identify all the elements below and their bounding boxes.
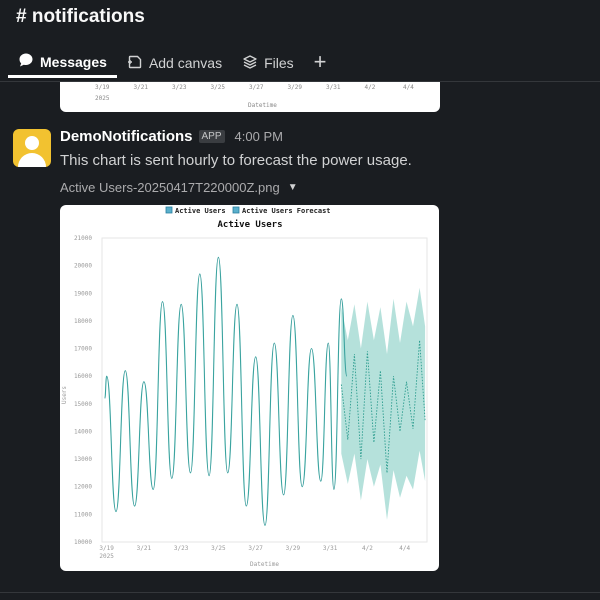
y-tick-label: 20000	[74, 263, 92, 270]
series-line-actual-users	[104, 256, 348, 526]
message-bubble-icon	[18, 52, 34, 71]
add-tab-plus-icon[interactable]: +	[304, 48, 337, 82]
channel-header: # notifications Messages Add canvas File…	[0, 0, 600, 82]
previous-chart-x-tick: 4/4	[403, 84, 414, 91]
legend-swatch-actual	[165, 206, 173, 214]
files-stack-icon	[242, 54, 258, 73]
message-header: DemoNotifications APP 4:00 PM	[60, 128, 283, 145]
composer-divider	[0, 592, 600, 593]
x-year-label: 2025	[99, 553, 114, 560]
message-text: This chart is sent hourly to forecast th…	[60, 152, 412, 169]
forecast-band	[341, 287, 426, 520]
y-tick-label: 17000	[74, 346, 92, 353]
y-tick-label: 21000	[74, 235, 92, 242]
tab-add-canvas[interactable]: Add canvas	[117, 48, 232, 78]
chart-image[interactable]: Active Users Active Users Forecast Active …	[60, 205, 439, 571]
previous-chart-x-tick: 3/29	[287, 84, 302, 91]
legend-label-actual: Active Users	[175, 207, 226, 215]
y-tick-label: 13000	[74, 456, 92, 463]
y-tick-label: 15000	[74, 401, 92, 408]
file-name[interactable]: Active Users-20250417T220000Z.png ▼	[60, 180, 298, 195]
avatar-body	[18, 153, 46, 167]
tab-messages[interactable]: Messages	[8, 48, 117, 78]
x-tick-label: 3/25	[211, 545, 226, 552]
chart-svg: Active Users Active Users Forecast Active …	[61, 206, 428, 568]
previous-chart-x-tick: 3/19	[95, 84, 110, 91]
x-tick-label: 3/23	[174, 545, 189, 552]
legend-swatch-forecast	[232, 206, 240, 214]
channel-tabs: Messages Add canvas Files +	[8, 48, 337, 82]
x-tick-label: 4/2	[362, 545, 373, 552]
avatar[interactable]	[13, 129, 51, 167]
tab-files[interactable]: Files	[232, 48, 304, 78]
previous-chart-x-tick: 3/21	[133, 84, 148, 91]
chevron-down-icon[interactable]: ▼	[288, 182, 298, 193]
previous-chart-image[interactable]: 3/19 3/21 3/23 3/25 3/27 3/29 3/31 4/2 4/4 2025 …	[60, 82, 440, 112]
canvas-icon	[127, 54, 143, 73]
previous-chart-x-tick: 3/31	[326, 84, 341, 91]
previous-chart-year: 2025	[95, 95, 110, 102]
y-tick-label: 12000	[74, 484, 92, 491]
previous-chart-x-tick: 3/23	[172, 84, 187, 91]
y-tick-label: 16000	[74, 373, 92, 380]
x-tick-label: 3/27	[248, 545, 263, 552]
series-line-actual-users-shadow	[104, 257, 348, 526]
previous-chart-x-tick: 4/2	[364, 84, 376, 91]
y-axis-label: Users	[61, 386, 68, 404]
x-tick-label: 3/21	[137, 545, 152, 552]
previous-chart-x-tick: 3/27	[249, 84, 264, 91]
y-tick-label: 10000	[74, 539, 92, 546]
file-name-label: Active Users-20250417T220000Z.png	[60, 180, 280, 195]
x-tick-label: 3/31	[323, 545, 338, 552]
x-tick-label: 4/4	[399, 545, 410, 552]
chart-title: Active Users	[217, 219, 282, 230]
sender-name[interactable]: DemoNotifications	[60, 128, 193, 145]
tab-messages-label: Messages	[40, 53, 107, 70]
y-tick-label: 11000	[74, 511, 92, 518]
legend-label-forecast: Active Users Forecast	[242, 207, 331, 215]
x-tick-label: 3/19	[99, 545, 114, 552]
app-badge: APP	[198, 130, 225, 143]
x-tick-label: 3/29	[286, 545, 301, 552]
channel-title: # notifications	[16, 6, 145, 27]
y-tick-label: 18000	[74, 318, 92, 325]
tab-add-canvas-label: Add canvas	[148, 55, 223, 71]
x-axis-label: Datetime	[250, 561, 279, 568]
message-time[interactable]: 4:00 PM	[235, 129, 283, 144]
previous-chart-xlabel: Datetime	[248, 102, 277, 109]
tab-files-label: Files	[264, 55, 294, 71]
previous-chart-x-tick: 3/25	[210, 84, 225, 91]
y-tick-label: 14000	[74, 428, 92, 435]
y-tick-label: 19000	[74, 290, 92, 297]
avatar-head	[25, 136, 39, 150]
